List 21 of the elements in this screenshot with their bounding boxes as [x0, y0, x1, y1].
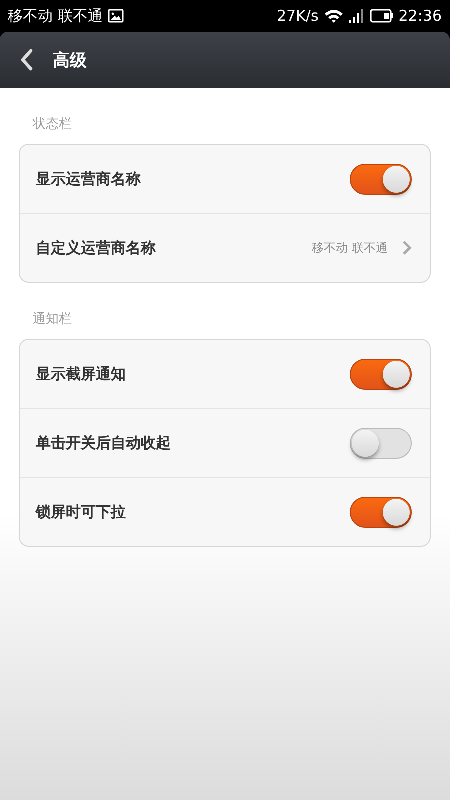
wifi-icon — [324, 8, 344, 24]
setting-label: 自定义运营商名称 — [36, 238, 157, 258]
battery-icon — [370, 9, 394, 23]
setting-label: 单击开关后自动收起 — [36, 434, 172, 452]
section-heading: 通知栏 — [33, 311, 73, 328]
section-heading: 状态栏 — [33, 116, 73, 133]
signal-icon — [348, 9, 365, 23]
page-title: 高级 — [53, 50, 87, 72]
network-speed: 27K/s — [276, 7, 319, 25]
toggle-switch[interactable] — [350, 164, 412, 194]
clock-time: 22:36 — [398, 7, 442, 25]
toggle-switch[interactable] — [350, 496, 412, 528]
setting-value: 移不动 联不通 — [312, 240, 388, 256]
toggle-switch[interactable] — [350, 428, 412, 458]
chevron-icon — [402, 240, 412, 256]
image-icon — [108, 9, 124, 23]
toggle-switch[interactable] — [350, 358, 412, 390]
setting-label: 锁屏时可下拉 — [36, 502, 127, 522]
carrier-text: 移不动 联不通 — [8, 6, 103, 26]
setting-label: 显示截屏通知 — [36, 364, 127, 384]
setting-label: 显示运营商名称 — [36, 170, 142, 188]
